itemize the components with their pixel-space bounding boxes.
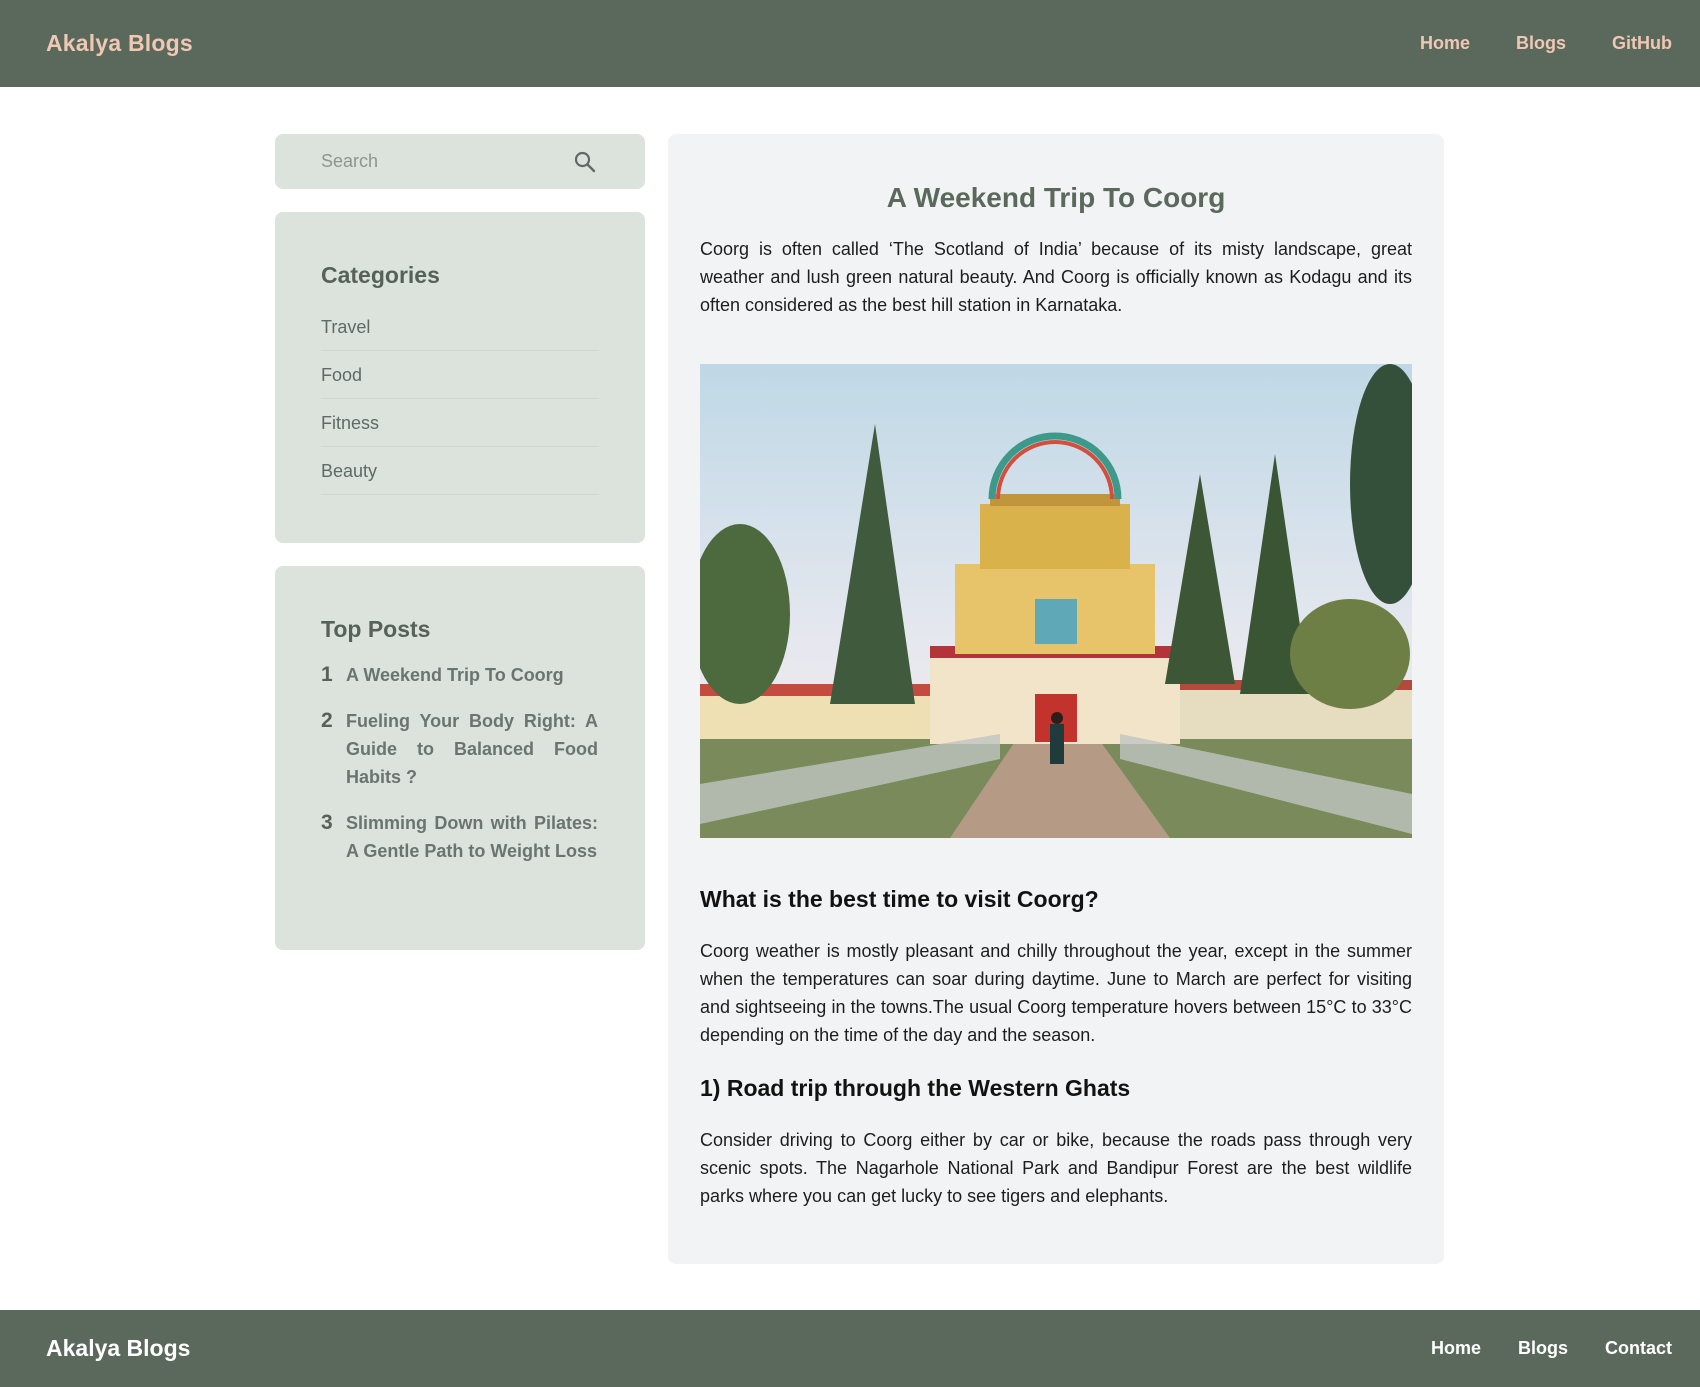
footer-brand[interactable]: Akalya Blogs xyxy=(46,1335,190,1362)
top-post-title[interactable]: A Weekend Trip To Coorg xyxy=(346,661,598,689)
top-post-item[interactable]: 3 Slimming Down with Pilates: A Gentle P… xyxy=(321,809,599,865)
footer-contact-link[interactable]: Contact xyxy=(1605,1338,1672,1359)
footer-blogs-link[interactable]: Blogs xyxy=(1518,1338,1568,1359)
top-post-number: 2 xyxy=(321,709,333,732)
section-text-road-trip: Consider driving to Coorg either by car … xyxy=(700,1130,1412,1206)
section-text-best-time: Coorg weather is mostly pleasant and chi… xyxy=(700,941,1412,1045)
categories-title: Categories xyxy=(321,262,440,288)
category-item-travel[interactable]: Travel xyxy=(321,303,599,351)
site-brand[interactable]: Akalya Blogs xyxy=(46,30,193,57)
section-heading-best-time: What is the best time to visit Coorg? xyxy=(700,886,1099,912)
article-title: A Weekend Trip To Coorg xyxy=(886,182,1226,213)
search-box xyxy=(275,134,645,189)
top-nav: Home Blogs GitHub xyxy=(1420,33,1672,54)
footer-nav: Home Blogs Contact xyxy=(1431,1338,1672,1359)
category-item-food[interactable]: Food xyxy=(321,351,599,399)
top-post-item[interactable]: 1 A Weekend Trip To Coorg xyxy=(321,661,599,689)
search-input[interactable] xyxy=(321,151,541,172)
nav-github-link[interactable]: GitHub xyxy=(1612,33,1672,54)
top-post-title[interactable]: Slimming Down with Pilates: A Gentle Pat… xyxy=(346,809,598,865)
top-post-number: 3 xyxy=(321,811,333,834)
search-icon[interactable] xyxy=(573,150,597,174)
top-post-title[interactable]: Fueling Your Body Right: A Guide to Bala… xyxy=(346,707,598,791)
footer: Akalya Blogs Home Blogs Contact xyxy=(0,1310,1700,1387)
top-post-item[interactable]: 2 Fueling Your Body Right: A Guide to Ba… xyxy=(321,707,599,791)
nav-blogs-link[interactable]: Blogs xyxy=(1516,33,1566,54)
footer-home-link[interactable]: Home xyxy=(1431,1338,1481,1359)
top-posts-card: Top Posts 1 A Weekend Trip To Coorg 2 Fu… xyxy=(275,566,645,950)
article-card: A Weekend Trip To Coorg Coorg is often c… xyxy=(668,134,1444,1264)
categories-list: Travel Food Fitness Beauty xyxy=(321,303,599,495)
section-heading-road-trip: 1) Road trip through the Western Ghats xyxy=(700,1075,1131,1101)
category-item-fitness[interactable]: Fitness xyxy=(321,399,599,447)
article-intro: Coorg is often called ‘The Scotland of I… xyxy=(700,239,1412,315)
categories-card: Categories Travel Food Fitness Beauty xyxy=(275,212,645,543)
top-navbar: Akalya Blogs Home Blogs GitHub xyxy=(0,0,1700,87)
category-item-beauty[interactable]: Beauty xyxy=(321,447,599,495)
top-posts-list: 1 A Weekend Trip To Coorg 2 Fueling Your… xyxy=(321,661,599,865)
article-hero-image xyxy=(700,364,1412,838)
top-post-number: 1 xyxy=(321,663,333,686)
top-posts-title: Top Posts xyxy=(321,616,431,642)
nav-home-link[interactable]: Home xyxy=(1420,33,1470,54)
